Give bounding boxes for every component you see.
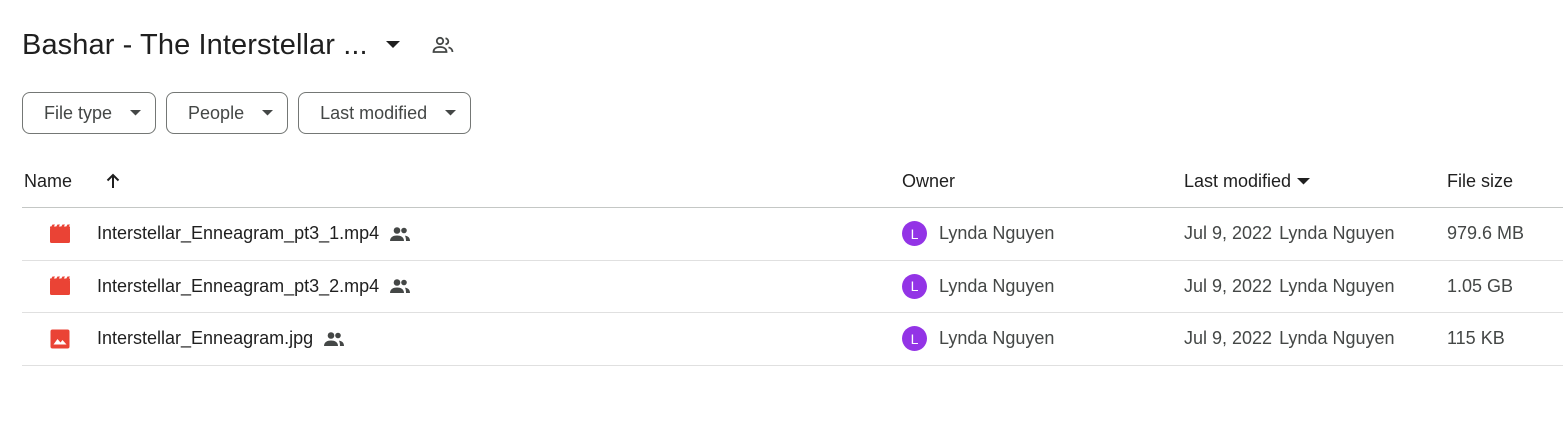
owner-cell: L Lynda Nguyen: [902, 313, 1054, 365]
file-name: Interstellar_Enneagram.jpg: [97, 328, 314, 349]
filter-label: File type: [44, 102, 113, 123]
owner-name: Lynda Nguyen: [939, 223, 1055, 244]
filter-label: People: [188, 102, 245, 123]
file-list-table: Name Owner Last modified File size Inter…: [22, 154, 1563, 366]
file-size: 979.6 MB: [1447, 223, 1525, 244]
column-header-file-size[interactable]: File size: [1447, 154, 1513, 208]
file-name: Interstellar_Enneagram_pt3_1.mp4: [97, 223, 380, 244]
file-type-filter-chip[interactable]: File type: [22, 92, 157, 134]
modified-date: Jul 9, 2022: [1184, 328, 1273, 349]
column-header-last-modified[interactable]: Last modified: [1184, 154, 1311, 208]
table-row[interactable]: Interstellar_Enneagram_pt3_1.mp4 L Lynda…: [22, 208, 1563, 261]
column-header-name[interactable]: Name: [24, 154, 72, 208]
folder-title[interactable]: Bashar - The Interstellar ...: [22, 29, 368, 62]
avatar: L: [902, 221, 927, 247]
owner-cell: L Lynda Nguyen: [902, 261, 1054, 313]
modified-by: Lynda Nguyen: [1279, 328, 1395, 349]
file-size: 115 KB: [1447, 328, 1505, 349]
modified-date: Jul 9, 2022: [1184, 223, 1273, 244]
column-header-owner[interactable]: Owner: [902, 154, 955, 208]
file-name: Interstellar_Enneagram_pt3_2.mp4: [97, 275, 380, 296]
column-header-label: Last modified: [1184, 170, 1292, 191]
modified-by: Lynda Nguyen: [1279, 275, 1395, 296]
arrow-drop-down-icon: [1297, 177, 1311, 185]
owner-cell: L Lynda Nguyen: [902, 208, 1054, 260]
avatar: L: [902, 326, 927, 352]
last-modified-cell: Jul 9, 2022 Lynda Nguyen: [1184, 208, 1395, 260]
owner-name: Lynda Nguyen: [939, 328, 1055, 349]
people-outline-icon[interactable]: [430, 32, 456, 58]
shared-people-icon: [389, 226, 411, 242]
image-file-icon: [48, 313, 72, 365]
chevron-down-icon: [262, 110, 274, 116]
filter-label: Last modified: [320, 102, 428, 123]
shared-people-icon: [323, 331, 345, 347]
file-name-cell[interactable]: Interstellar_Enneagram.jpg: [97, 313, 345, 365]
file-size: 1.05 GB: [1447, 275, 1514, 296]
shared-people-icon: [389, 278, 411, 294]
file-name-cell[interactable]: Interstellar_Enneagram_pt3_1.mp4: [97, 208, 411, 260]
people-filter-chip[interactable]: People: [166, 92, 289, 134]
last-modified-cell: Jul 9, 2022 Lynda Nguyen: [1184, 261, 1395, 313]
table-header: Name Owner Last modified File size: [22, 154, 1563, 208]
modified-date: Jul 9, 2022: [1184, 275, 1273, 296]
table-row[interactable]: Interstellar_Enneagram.jpg L Lynda Nguye…: [22, 313, 1563, 366]
last-modified-cell: Jul 9, 2022 Lynda Nguyen: [1184, 313, 1395, 365]
avatar: L: [902, 273, 927, 299]
arrow-drop-down-icon[interactable]: [380, 32, 406, 58]
filter-bar: File type People Last modified: [22, 92, 472, 134]
file-name-cell[interactable]: Interstellar_Enneagram_pt3_2.mp4: [97, 261, 411, 313]
chevron-down-icon: [130, 110, 142, 116]
video-file-icon: [48, 208, 72, 260]
video-file-icon: [48, 261, 72, 313]
folder-header: Bashar - The Interstellar ...: [22, 22, 456, 68]
owner-name: Lynda Nguyen: [939, 275, 1055, 296]
arrow-up-icon[interactable]: [102, 154, 124, 208]
chevron-down-icon: [445, 110, 457, 116]
last-modified-filter-chip[interactable]: Last modified: [298, 92, 472, 134]
table-row[interactable]: Interstellar_Enneagram_pt3_2.mp4 L Lynda…: [22, 261, 1563, 313]
modified-by: Lynda Nguyen: [1279, 223, 1395, 244]
